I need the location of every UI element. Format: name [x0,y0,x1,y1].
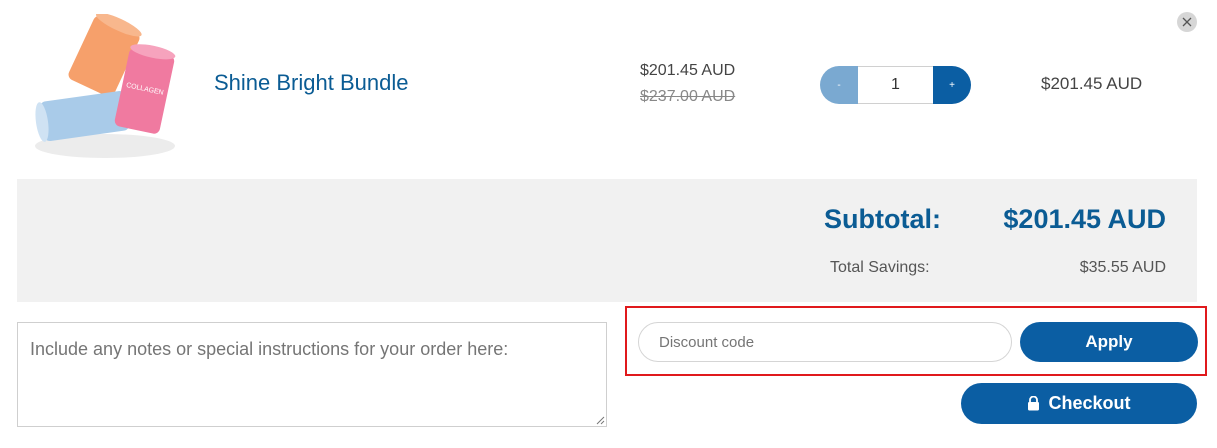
quantity-decrease-button[interactable]: - [820,66,858,104]
cart-drawer: COLLAGEN Shine Bright Bundle $201.45 AUD… [0,0,1217,448]
checkout-label: Checkout [1048,393,1131,413]
apply-discount-button[interactable]: Apply [1020,322,1198,362]
item-compare-price: $237.00 AUD [640,88,736,105]
subtotal-label: Subtotal: [824,204,941,234]
subtotal-value: $201.45 AUD [1003,204,1166,234]
savings-label: Total Savings: [830,259,930,276]
quantity-stepper: - + [820,66,971,104]
quantity-increase-button[interactable]: + [933,66,971,104]
checkout-button[interactable]: Checkout [961,383,1197,424]
product-image[interactable]: COLLAGEN [30,14,180,159]
line-total: $201.45 AUD [1041,74,1143,93]
order-notes-textarea[interactable] [17,322,607,427]
discount-section: Apply [625,306,1207,376]
savings-value: $35.55 AUD [1079,259,1166,276]
discount-code-input[interactable] [638,322,1012,362]
quantity-input[interactable] [858,66,933,104]
lock-icon [1028,396,1040,411]
resize-grip-icon[interactable] [596,416,605,425]
cart-summary: Subtotal: $201.45 AUD Total Savings: $35… [17,179,1197,302]
item-price: $201.45 AUD [640,62,736,79]
product-title-link[interactable]: Shine Bright Bundle [214,70,408,96]
close-icon[interactable] [1177,12,1197,32]
